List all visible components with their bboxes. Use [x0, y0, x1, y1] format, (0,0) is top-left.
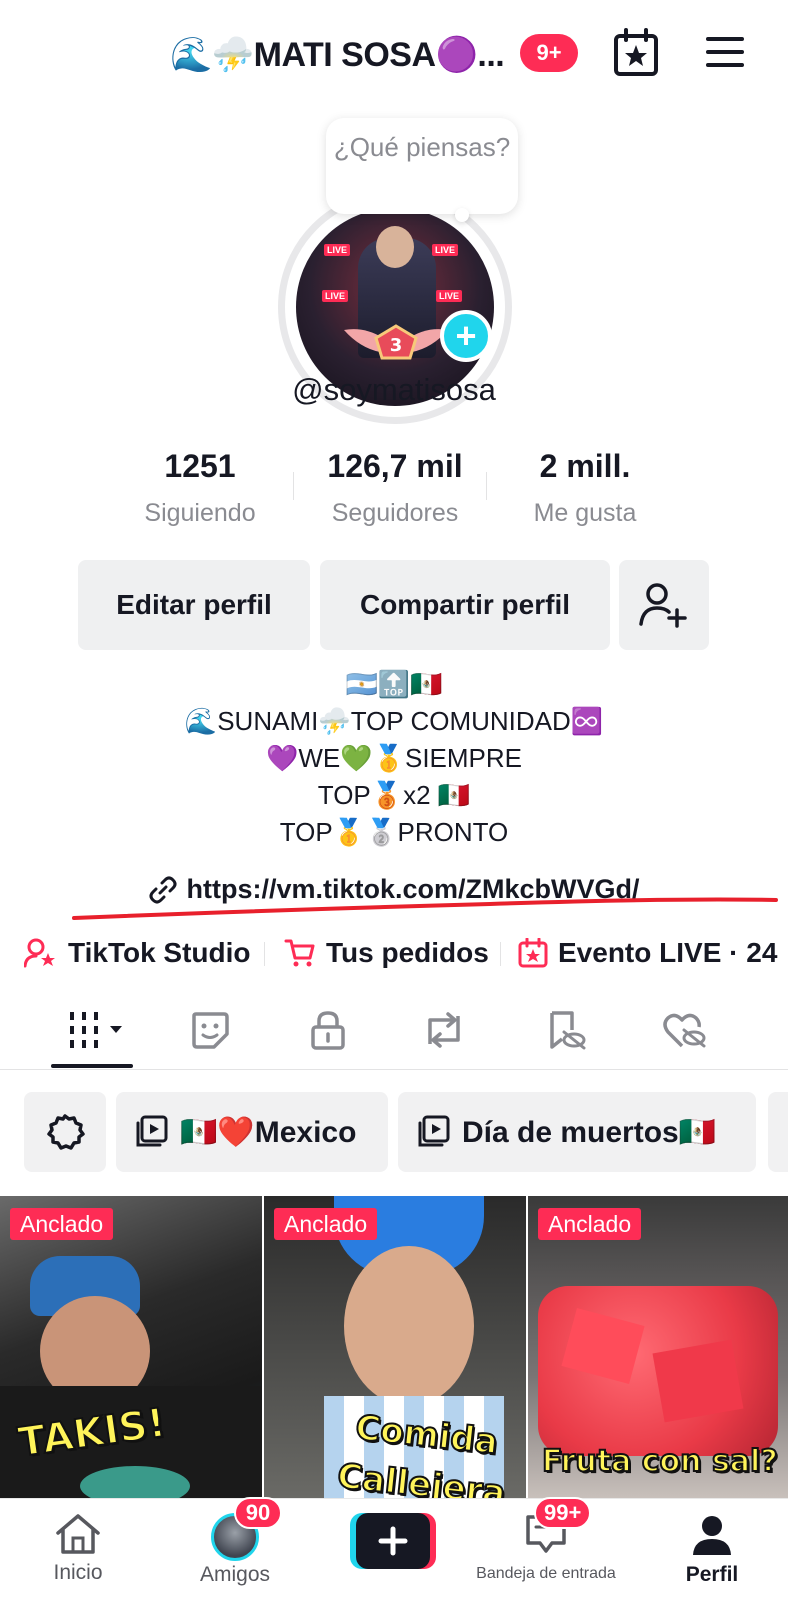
quick-link-label: Tus pedidos	[326, 937, 489, 968]
stat-divider	[293, 472, 294, 500]
stat-likes-value: 2 mill.	[539, 448, 631, 484]
create-button[interactable]	[350, 1513, 436, 1569]
playlist-icon	[418, 1115, 450, 1147]
nav-inbox-label: Bandeja de entrada	[476, 1565, 616, 1582]
nav-inbox[interactable]: Bandeja de entrada 99+	[466, 1497, 626, 1600]
nav-profile[interactable]: Perfil	[664, 1499, 760, 1600]
user-star-icon	[24, 938, 55, 968]
edit-profile-button[interactable]: Editar perfil	[78, 560, 310, 650]
bookmark-hidden-icon	[550, 1011, 586, 1050]
quick-link-divider	[264, 942, 265, 966]
video-caption: Fruta con sal?	[541, 1443, 779, 1480]
cart-icon	[284, 939, 315, 967]
bio-line: 💜WE💚🥇SIEMPRE	[265, 743, 523, 773]
tab-stickers[interactable]	[160, 990, 260, 1070]
pinned-tag: Anclado	[538, 1208, 642, 1240]
playlist-chip-mexico[interactable]: 🇲🇽❤️Mexico	[116, 1092, 388, 1172]
playlist-settings-button[interactable]	[24, 1092, 106, 1172]
profile-icon	[693, 1516, 731, 1555]
tab-videos[interactable]	[46, 990, 146, 1070]
quick-link-label: TikTok Studio	[68, 937, 251, 968]
pinned-tag: Anclado	[274, 1208, 378, 1240]
profile-display-name[interactable]: 🌊⛈️MATI SOSA🟣...	[170, 30, 505, 80]
note-bubble[interactable]: ¿Qué piensas?	[326, 118, 518, 214]
playlist-chip-overflow[interactable]	[768, 1092, 788, 1172]
thumb-watermelon-cube	[652, 1339, 744, 1423]
quick-link-label: Evento LIVE · 24	[558, 937, 778, 968]
tab-private[interactable]	[278, 990, 378, 1070]
notification-badge[interactable]: 9+	[520, 34, 578, 72]
share-profile-button[interactable]: Compartir perfil	[320, 560, 610, 650]
video-thumbnail[interactable]: Anclado Comida Callejera	[264, 1196, 526, 1498]
profile-stats: 1251 Siguiendo 126,7 mil Seguidores 2 mi…	[0, 448, 788, 538]
bio-line: 🇦🇷🔝🇲🇽	[345, 669, 443, 699]
nav-home[interactable]: Inicio	[30, 1499, 126, 1600]
bottom-navigation: Inicio Amigos 90 Bandeja de entrada 99+ …	[0, 1497, 788, 1600]
add-user-icon	[639, 583, 687, 628]
stat-following[interactable]: 1251 Siguiendo	[120, 448, 280, 528]
profile-header: 🌊⛈️MATI SOSA🟣... 9+	[0, 0, 788, 105]
thumb-face-shape	[344, 1246, 474, 1406]
bio-line: TOP🥇🥈PRONTO	[279, 817, 509, 847]
friends-badge: 90	[234, 1497, 282, 1529]
avatar-head-shape	[376, 226, 414, 268]
playlist-chip-label: 🇲🇽❤️Mexico	[180, 1115, 357, 1149]
calendar-star-icon[interactable]	[612, 28, 660, 78]
video-thumbnail[interactable]: Anclado TAKIS!	[0, 1196, 262, 1498]
nav-profile-label: Perfil	[685, 1563, 739, 1586]
stat-following-value: 1251	[164, 448, 236, 484]
video-thumbnail[interactable]: Anclado Fruta con sal?	[528, 1196, 788, 1498]
stat-followers-label: Seguidores	[331, 499, 459, 527]
lock-icon	[311, 1011, 345, 1050]
tab-active-indicator	[51, 1064, 133, 1068]
heart-hidden-icon	[663, 1013, 706, 1048]
bio-line: TOP🥉x2 🇲🇽	[317, 780, 471, 810]
thumb-bowl-shape	[80, 1466, 190, 1498]
live-tag-decoration: LIVE	[436, 290, 463, 302]
nav-friends[interactable]: Amigos 90	[180, 1497, 290, 1600]
profile-bio: 🇦🇷🔝🇲🇽 🌊SUNAMI⛈️TOP COMUNIDAD♾️ 💜WE💚🥇SIEM…	[0, 666, 788, 851]
add-friend-button[interactable]	[619, 560, 709, 650]
live-tag-decoration: LIVE	[432, 244, 459, 256]
grid-bars-icon	[70, 1012, 122, 1048]
note-bubble-tail	[455, 208, 469, 222]
add-story-button[interactable]: +	[440, 310, 492, 362]
tab-favorites[interactable]	[516, 990, 616, 1070]
nav-friends-label: Amigos	[199, 1563, 271, 1586]
stat-divider	[486, 472, 487, 500]
nav-home-label: Inicio	[53, 1561, 103, 1584]
playlist-chip-dia-de-muertos[interactable]: Día de muertos🇲🇽	[398, 1092, 756, 1172]
tab-reposts[interactable]	[394, 990, 494, 1070]
stat-likes-label: Me gusta	[533, 499, 637, 527]
playlist-chip-label: Día de muertos🇲🇽	[462, 1115, 717, 1149]
level-badge-number: 3	[390, 335, 403, 356]
content-tabs	[0, 990, 788, 1070]
tab-liked[interactable]	[634, 990, 734, 1070]
bio-line: 🌊SUNAMI⛈️TOP COMUNIDAD♾️	[184, 706, 604, 736]
stat-followers[interactable]: 126,7 mil Seguidores	[300, 448, 490, 528]
repost-icon	[428, 1012, 460, 1048]
live-tag-decoration: LIVE	[324, 244, 351, 256]
username: @soymatisosa	[292, 372, 496, 407]
playlist-icon	[136, 1115, 168, 1147]
level-badge-icon: 3	[336, 318, 456, 364]
stat-likes[interactable]: 2 mill. Me gusta	[500, 448, 670, 528]
plus-icon	[350, 1513, 436, 1569]
live-tag-decoration: LIVE	[322, 290, 349, 302]
pinned-tag: Anclado	[10, 1208, 114, 1240]
sticker-icon	[192, 1012, 229, 1049]
inbox-badge: 99+	[534, 1497, 592, 1529]
gear-icon	[47, 1114, 85, 1150]
stat-followers-value: 126,7 mil	[327, 448, 463, 484]
stat-following-label: Siguiendo	[144, 499, 256, 527]
hamburger-menu-icon[interactable]	[704, 34, 746, 70]
home-icon	[56, 1514, 100, 1554]
red-underline-annotation	[72, 897, 778, 920]
quick-link-divider	[500, 942, 501, 966]
calendar-star-icon	[518, 938, 548, 968]
